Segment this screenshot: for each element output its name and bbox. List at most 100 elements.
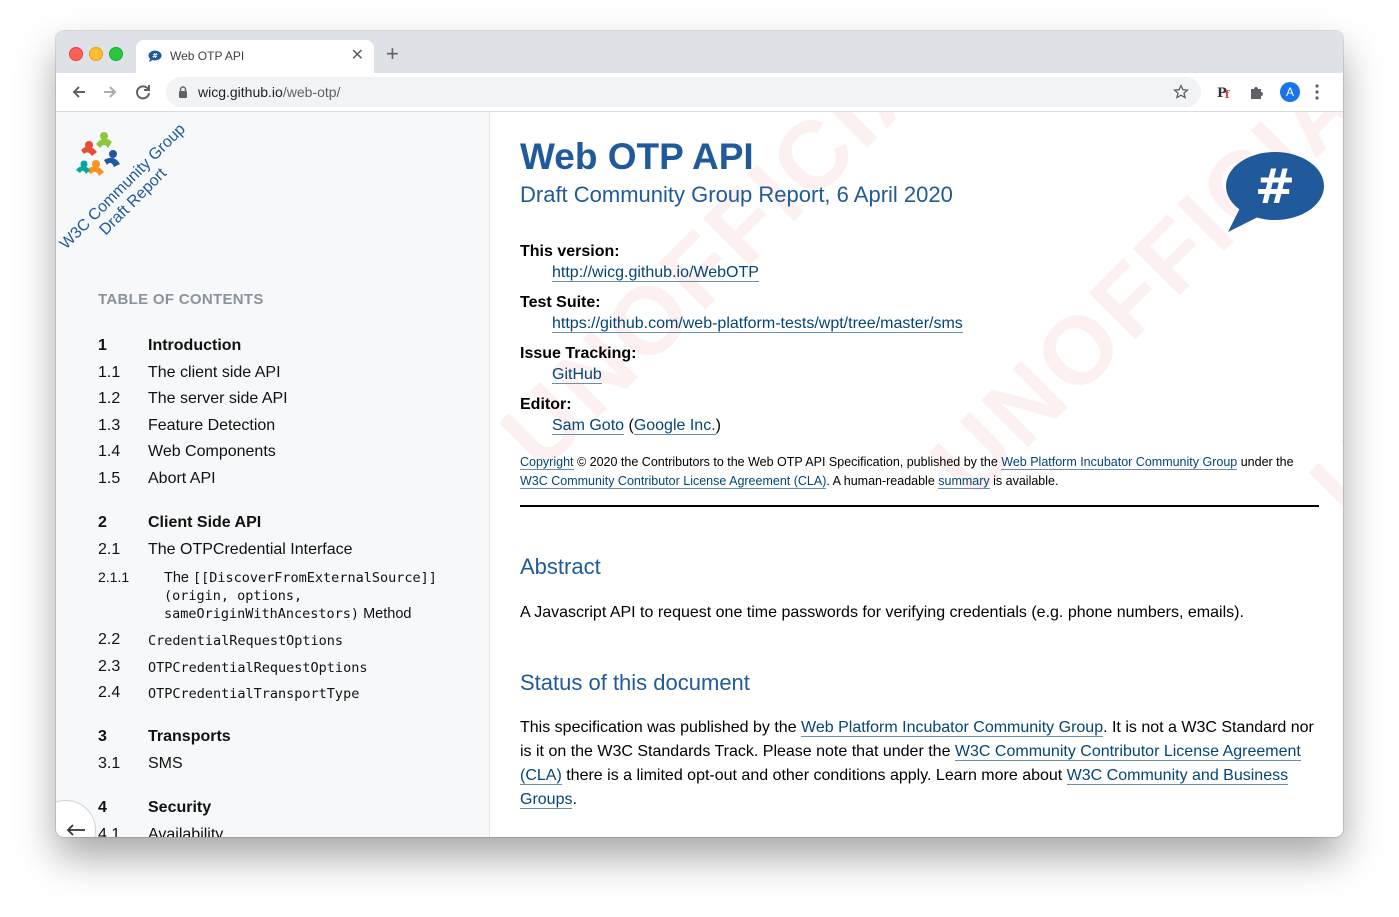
toc-label-text: Method bbox=[359, 606, 412, 622]
toc-number: 3.1 bbox=[98, 755, 121, 772]
toc-label: Transports bbox=[148, 728, 231, 745]
toc-label: CredentialRequestOptions bbox=[148, 633, 344, 649]
w3c-community-group-logo[interactable]: W3C Community Group Draft Report bbox=[56, 112, 216, 262]
back-arrow-icon[interactable] bbox=[68, 81, 90, 103]
wicg-favicon-icon: # bbox=[148, 50, 162, 62]
toc-number: 3 bbox=[98, 728, 107, 745]
toc-label: OTPCredentialRequestOptions bbox=[148, 660, 368, 676]
editor-paren-close: ) bbox=[715, 417, 721, 434]
toc-number: 2.1.1 bbox=[98, 569, 130, 585]
toc-label-code: [[DiscoverFromExternalSource]] bbox=[193, 570, 437, 586]
status-text: This specification was published by the … bbox=[520, 716, 1320, 812]
logo-text-line1: W3C Community Group bbox=[57, 121, 189, 253]
url-path: /web-otp/ bbox=[282, 84, 341, 100]
toc-label: Availability bbox=[148, 826, 224, 837]
toc-label-text: The bbox=[164, 570, 194, 586]
toc-number: 2.1 bbox=[98, 541, 121, 558]
toc-label: Abort API bbox=[148, 470, 216, 487]
summary-link[interactable]: summary bbox=[938, 474, 990, 489]
copyright-text: . A human-readable bbox=[826, 474, 939, 488]
forward-arrow-icon[interactable] bbox=[99, 81, 121, 103]
new-tab-button[interactable]: + bbox=[386, 43, 399, 65]
minimize-window-button[interactable] bbox=[89, 47, 103, 61]
url-text: wicg.github.io/web-otp/ bbox=[198, 84, 340, 100]
lock-icon bbox=[179, 86, 187, 98]
toc-label: Security bbox=[148, 799, 212, 816]
toc-label: The client side API bbox=[148, 364, 281, 381]
tab-web-otp-api[interactable]: # Web OTP API ✕ bbox=[136, 40, 374, 73]
toc-number: 2.2 bbox=[98, 631, 121, 648]
toc-label-code: sameOriginWithAncestors) bbox=[164, 606, 360, 622]
toc-label: The server side API bbox=[148, 390, 288, 407]
copyright-text: is available. bbox=[989, 474, 1059, 488]
bookmark-star-icon[interactable] bbox=[1173, 84, 1189, 100]
page-title: Web OTP API bbox=[520, 136, 754, 177]
status-heading: Status of this document bbox=[520, 670, 750, 695]
cg-hash-badge-icon[interactable]: # bbox=[1222, 150, 1324, 234]
toc-heading: TABLE OF CONTENTS bbox=[98, 291, 264, 308]
toc-label: OTPCredentialTransportType bbox=[148, 686, 360, 702]
collapse-toc-button[interactable] bbox=[56, 800, 96, 837]
copyright-text: under the bbox=[1237, 455, 1294, 469]
browser-toolbar: wicg.github.io/web-otp/ P f A bbox=[56, 73, 1343, 112]
close-window-button[interactable] bbox=[69, 47, 83, 61]
browser-window: # Web OTP API ✕ + wicg.github.io/web-otp… bbox=[56, 31, 1343, 837]
toc-number: 1.1 bbox=[98, 364, 121, 381]
cla-link[interactable]: W3C Community Contributor License Agreem… bbox=[520, 474, 827, 489]
github-link[interactable]: GitHub bbox=[552, 366, 602, 384]
cg-people-icon bbox=[76, 132, 120, 176]
left-arrow-icon bbox=[66, 824, 85, 836]
editor-label: Editor: bbox=[520, 396, 572, 413]
tab-title: Web OTP API bbox=[170, 49, 245, 63]
toc-number: 1.3 bbox=[98, 417, 121, 434]
copyright-text: © 2020 the Contributors to the Web OTP A… bbox=[573, 455, 1002, 469]
url-host: wicg.github.io bbox=[198, 84, 283, 100]
editor-paren: ( bbox=[624, 417, 634, 434]
issue-tracking-label: Issue Tracking: bbox=[520, 345, 637, 362]
toc-number: 2.4 bbox=[98, 684, 121, 701]
toc-label: Web Components bbox=[148, 443, 276, 460]
toc-number: 4 bbox=[98, 799, 107, 816]
page-subtitle: Draft Community Group Report, 6 April 20… bbox=[520, 182, 953, 207]
watermark: UN bbox=[1290, 359, 1343, 539]
zoom-window-button[interactable] bbox=[109, 47, 123, 61]
toc-number: 1 bbox=[98, 337, 107, 354]
test-suite-label: Test Suite: bbox=[520, 294, 601, 311]
badge-symbol: # bbox=[1255, 159, 1295, 215]
this-version-link[interactable]: http://wicg.github.io/WebOTP bbox=[552, 264, 759, 282]
wicg-link[interactable]: Web Platform Incubator Community Group bbox=[1001, 455, 1238, 470]
extensions-puzzle-icon[interactable] bbox=[1248, 83, 1266, 101]
tab-strip: # Web OTP API ✕ + bbox=[56, 31, 1343, 73]
test-suite-link[interactable]: https://github.com/web-platform-tests/wp… bbox=[552, 315, 963, 333]
toc-label: The [[DiscoverFromExternalSource]] (origi… bbox=[164, 569, 437, 623]
toc-label: The OTPCredential Interface bbox=[148, 541, 353, 558]
svg-text:f: f bbox=[1225, 90, 1230, 101]
profile-avatar[interactable]: A bbox=[1280, 82, 1300, 102]
page-content: W3C Community Group Draft Report TABLE O… bbox=[56, 112, 1343, 837]
copyright-notice: Copyright © 2020 the Contributors to the… bbox=[520, 453, 1320, 491]
toc-number: 1.2 bbox=[98, 390, 121, 407]
abstract-heading: Abstract bbox=[520, 554, 601, 579]
toc-label: Client Side API bbox=[148, 514, 262, 531]
toc-sidebar: W3C Community Group Draft Report TABLE O… bbox=[56, 112, 490, 837]
editor-org-link[interactable]: Google Inc. bbox=[633, 417, 716, 435]
toc-number: 1.4 bbox=[98, 443, 121, 460]
wicg-group-link[interactable]: Web Platform Incubator Community Group bbox=[801, 719, 1104, 737]
header-divider bbox=[520, 505, 1319, 507]
toc-number: 4.1 bbox=[98, 826, 121, 837]
toc-number: 2.3 bbox=[98, 658, 121, 675]
address-bar[interactable]: wicg.github.io/web-otp/ bbox=[166, 77, 1201, 107]
toc-number: 1.5 bbox=[98, 470, 121, 487]
toc-label: Introduction bbox=[148, 337, 242, 354]
status-text-part: This specification was published by the bbox=[520, 719, 802, 736]
status-text-part: there is a limited opt-out and other con… bbox=[561, 767, 1067, 784]
extension-pf-icon[interactable]: P f bbox=[1216, 83, 1234, 101]
this-version-label: This version: bbox=[520, 243, 620, 260]
toc-item-2-1-1[interactable]: 2.1.1 The [[DiscoverFromExternalSource]]… bbox=[98, 569, 478, 625]
reload-icon[interactable] bbox=[132, 81, 154, 103]
close-tab-icon[interactable]: ✕ bbox=[351, 46, 364, 66]
editor-link[interactable]: Sam Goto bbox=[552, 417, 625, 435]
more-menu-icon[interactable] bbox=[1314, 83, 1320, 101]
toc-label: SMS bbox=[148, 755, 183, 772]
copyright-link[interactable]: Copyright bbox=[520, 455, 574, 470]
